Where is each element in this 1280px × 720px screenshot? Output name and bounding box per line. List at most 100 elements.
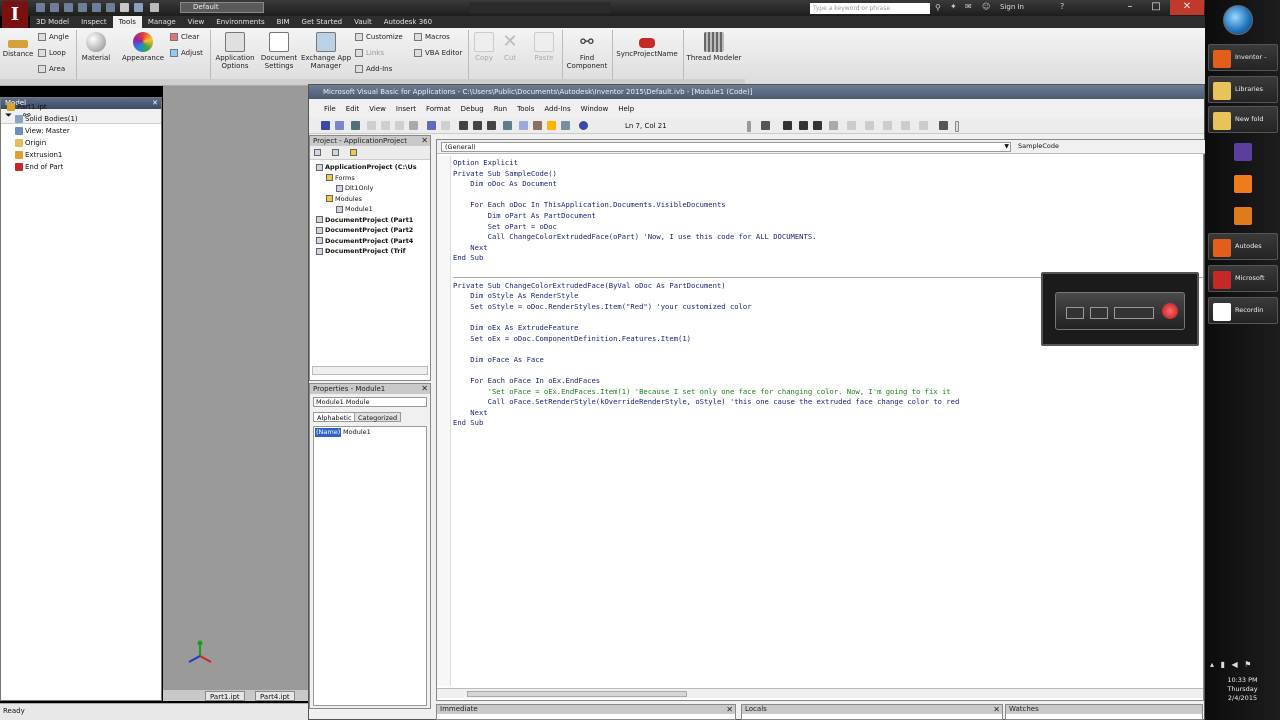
- code-line[interactable]: Call ChangeColorExtrudedFace(oPart) 'Now…: [453, 232, 817, 242]
- clock[interactable]: 10:33 PM Thursday 2/4/2015: [1205, 676, 1280, 703]
- object-browser-icon[interactable]: [547, 121, 556, 130]
- code-line[interactable]: For Each oDoc In ThisApplication.Documen…: [453, 200, 725, 210]
- sync-projectname-button[interactable]: SyncProjectName: [614, 32, 680, 58]
- communication-icon[interactable]: ✉: [965, 2, 972, 11]
- code-line[interactable]: Dim oStyle As RenderStyle: [453, 291, 578, 301]
- close-button[interactable]: ✕: [1170, 0, 1204, 15]
- search-input[interactable]: Type a keyword or phrase: [810, 3, 930, 14]
- redo-icon[interactable]: [92, 3, 101, 12]
- locals-window-icon[interactable]: [883, 121, 892, 130]
- code-line[interactable]: Call oFace.SetRenderStyle(kOverrideRende…: [453, 397, 960, 407]
- taskbar-item[interactable]: Inventor -: [1208, 44, 1278, 71]
- browser-node[interactable]: Part1.ipt: [7, 102, 47, 112]
- graphics-window[interactable]: [163, 86, 308, 701]
- code-editor[interactable]: Option Explicit Private Sub SampleCode() …: [453, 158, 1203, 688]
- help-icon[interactable]: [579, 121, 588, 130]
- object-combo[interactable]: (General) ▼: [441, 142, 1011, 152]
- network-icon[interactable]: ▮: [1221, 660, 1225, 669]
- menu-format[interactable]: Format: [421, 103, 456, 115]
- loop-button[interactable]: Loop: [38, 49, 66, 57]
- toggle-breakpoint-icon[interactable]: [829, 121, 838, 130]
- filter-icon[interactable]: ⏷: [5, 111, 12, 121]
- design-mode-icon[interactable]: [503, 121, 512, 130]
- indent-icon[interactable]: [761, 121, 770, 130]
- taskbar-item[interactable]: New fold: [1208, 106, 1278, 133]
- redo-icon[interactable]: [441, 121, 450, 130]
- exchange-app-manager-button[interactable]: Exchange App Manager: [300, 32, 352, 70]
- code-line[interactable]: Set oEx = oDoc.ComponentDefinition.Featu…: [453, 334, 691, 344]
- tab-manage[interactable]: Manage: [142, 16, 182, 28]
- menu-insert[interactable]: Insert: [391, 103, 421, 115]
- recorder-stop-icon[interactable]: [1066, 307, 1084, 319]
- procedure-combo[interactable]: SampleCode: [1015, 142, 1201, 152]
- project-node[interactable]: DocumentProject (Part4: [316, 236, 413, 246]
- step-into-icon[interactable]: [799, 121, 808, 130]
- menu-edit[interactable]: Edit: [341, 103, 365, 115]
- area-button[interactable]: Area: [38, 65, 65, 73]
- record-icon[interactable]: [1162, 303, 1178, 319]
- code-line[interactable]: Private Sub ChangeColorExtrudedFace(ByVa…: [453, 281, 726, 291]
- action-center-icon[interactable]: ⚑: [1244, 660, 1251, 669]
- select-icon[interactable]: [120, 3, 129, 12]
- code-margin[interactable]: [437, 156, 451, 686]
- taskbar-item[interactable]: Autodes: [1208, 233, 1278, 260]
- project-node[interactable]: DocumentProject (Part1: [316, 215, 413, 225]
- code-hscrollbar[interactable]: [437, 688, 1203, 698]
- save-icon[interactable]: [351, 121, 360, 130]
- tab-bim[interactable]: BIM: [271, 16, 296, 28]
- user-icon[interactable]: ☺: [982, 2, 990, 11]
- material-dropdown-icon[interactable]: [150, 3, 159, 12]
- maximize-button[interactable]: □: [1143, 0, 1169, 15]
- watch-window-icon[interactable]: [919, 121, 928, 130]
- menu-window[interactable]: Window: [576, 103, 614, 115]
- recorder-widget[interactable]: [1041, 272, 1199, 346]
- taskbar-item[interactable]: [1208, 138, 1278, 165]
- tab-environments[interactable]: Environments: [210, 16, 270, 28]
- clear-button[interactable]: Clear: [170, 33, 199, 41]
- document-tab[interactable]: Part4.ipt: [255, 691, 295, 701]
- menu-file[interactable]: File: [319, 103, 341, 115]
- return-icon[interactable]: [106, 3, 115, 12]
- close-icon[interactable]: ✕: [726, 705, 733, 714]
- tab-get-started[interactable]: Get Started: [296, 16, 349, 28]
- quick-watch-icon[interactable]: [939, 121, 948, 130]
- run-to-cursor-icon[interactable]: [865, 121, 874, 130]
- project-node[interactable]: ApplicationProject (C:\Us: [316, 162, 417, 172]
- volume-icon[interactable]: ◀: [1232, 660, 1238, 669]
- browser-node[interactable]: Origin: [15, 138, 46, 148]
- document-tab[interactable]: Part1.ipt: [205, 691, 245, 701]
- property-value[interactable]: Module1: [343, 428, 371, 437]
- toolbar-gripper[interactable]: [747, 121, 751, 132]
- menu-run[interactable]: Run: [489, 103, 512, 115]
- save-icon[interactable]: [64, 3, 73, 12]
- help-icon[interactable]: ?: [1060, 2, 1064, 11]
- browser-node[interactable]: Solid Bodies(1): [15, 114, 78, 124]
- browser-node[interactable]: View: Master: [15, 126, 70, 136]
- close-icon[interactable]: ✕: [421, 384, 428, 394]
- locals-window[interactable]: Locals ✕: [741, 704, 1003, 720]
- project-node[interactable]: Module1: [336, 204, 373, 214]
- appearance-button[interactable]: Appearance: [120, 32, 166, 62]
- paste-button[interactable]: Paste: [530, 32, 558, 62]
- tab-vault[interactable]: Vault: [348, 16, 378, 28]
- code-line[interactable]: Next: [453, 408, 487, 418]
- menu-tools[interactable]: Tools: [512, 103, 539, 115]
- code-line[interactable]: For Each oFace In oEx.EndFaces: [453, 376, 600, 386]
- tab-view[interactable]: View: [182, 16, 211, 28]
- code-line[interactable]: 'Set oFace = oEx.EndFaces.Item(1) 'Becau…: [453, 387, 951, 397]
- toolbar-gripper[interactable]: [955, 121, 959, 132]
- view-object-icon[interactable]: [332, 149, 339, 156]
- browser-close-icon[interactable]: ✕: [152, 98, 158, 109]
- code-line[interactable]: Private Sub SampleCode(): [453, 169, 557, 179]
- toolbox-icon[interactable]: [561, 121, 570, 130]
- watches-window[interactable]: Watches: [1005, 704, 1203, 720]
- project-node[interactable]: DocumentProject (Trif: [316, 246, 406, 256]
- taskbar-item[interactable]: [1208, 170, 1278, 197]
- code-line[interactable]: End Sub: [453, 253, 483, 263]
- reset-icon[interactable]: [487, 121, 496, 130]
- angle-button[interactable]: Angle: [38, 33, 69, 41]
- scroll-thumb[interactable]: [467, 691, 687, 697]
- close-icon[interactable]: ✕: [993, 705, 1000, 714]
- menu-view[interactable]: View: [364, 103, 391, 115]
- paste-icon[interactable]: [395, 121, 404, 130]
